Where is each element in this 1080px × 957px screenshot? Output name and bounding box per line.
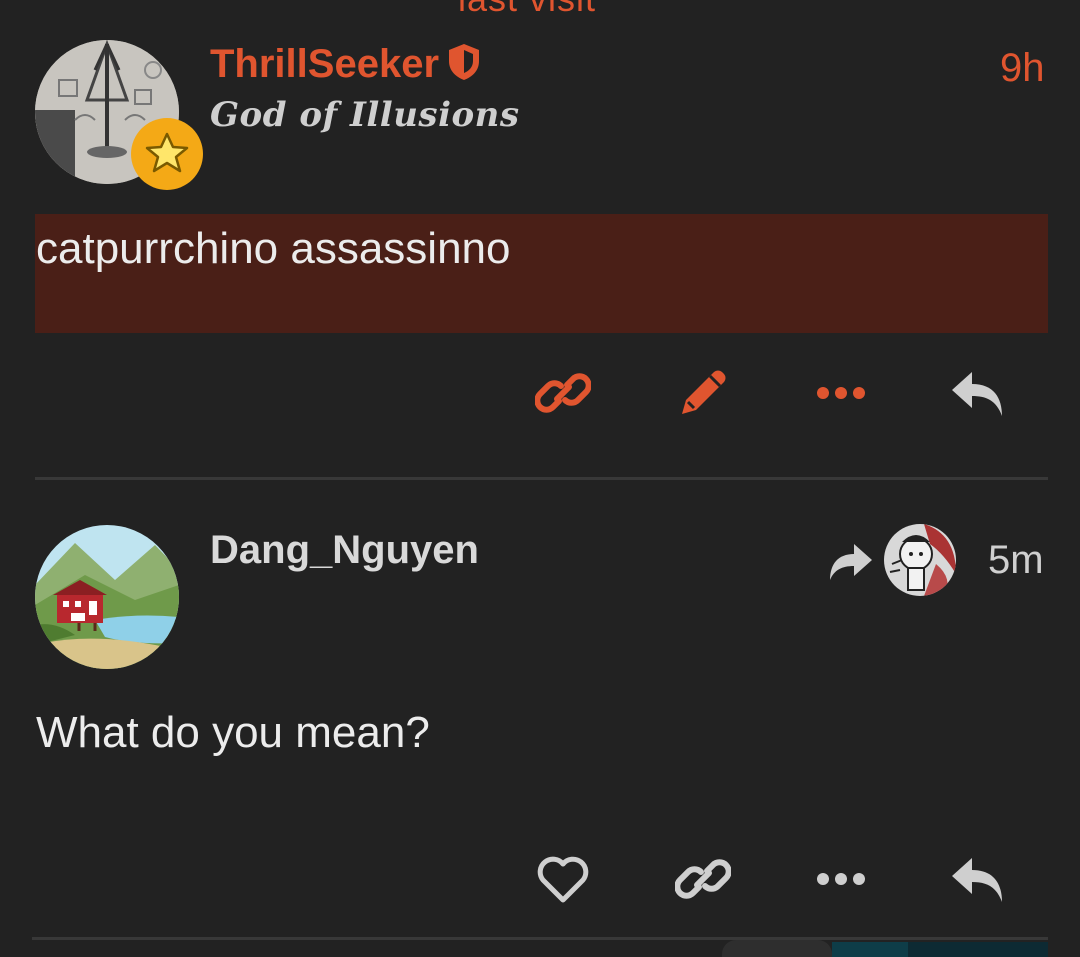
post-divider bbox=[32, 937, 1048, 940]
star-badge-icon bbox=[131, 118, 203, 190]
post-body: What do you mean? bbox=[36, 708, 430, 757]
avatar-dang-nguyen[interactable] bbox=[35, 525, 179, 669]
more-icon bbox=[817, 873, 865, 885]
reply-to-avatar bbox=[884, 524, 956, 596]
cat-avatar-image bbox=[884, 524, 956, 596]
reply-icon bbox=[952, 858, 1002, 902]
more-button[interactable] bbox=[808, 856, 874, 902]
link-button[interactable] bbox=[530, 362, 596, 424]
link-button[interactable] bbox=[670, 848, 736, 910]
bottom-panel-accent bbox=[832, 942, 908, 957]
link-icon bbox=[675, 859, 731, 899]
more-icon bbox=[817, 387, 865, 399]
avatar-landscape-image bbox=[35, 525, 179, 669]
reply-button[interactable] bbox=[944, 850, 1014, 910]
link-icon bbox=[535, 373, 591, 413]
user-title: God of Illusions bbox=[210, 95, 520, 135]
reply-icon bbox=[952, 372, 1002, 416]
share-arrow-icon bbox=[830, 544, 872, 580]
post-time[interactable]: 5m bbox=[988, 538, 1044, 583]
moderator-shield-icon bbox=[446, 42, 482, 82]
heart-icon bbox=[537, 856, 589, 903]
reply-button[interactable] bbox=[944, 364, 1014, 424]
edit-button[interactable] bbox=[670, 362, 736, 424]
more-button[interactable] bbox=[808, 370, 874, 416]
reply-to-indicator[interactable] bbox=[828, 524, 958, 598]
scroll-handle[interactable] bbox=[722, 940, 832, 957]
post-time[interactable]: 9h bbox=[1000, 46, 1045, 91]
pencil-icon bbox=[682, 370, 726, 414]
like-button[interactable] bbox=[530, 848, 596, 910]
username-dang-nguyen[interactable]: Dang_Nguyen bbox=[210, 528, 479, 573]
post-thrillseeker: ThrillSeeker God of Illusions 9h catpurr… bbox=[0, 0, 1080, 480]
post-body: catpurrchino assassinno bbox=[36, 224, 511, 273]
username-thrillseeker[interactable]: ThrillSeeker bbox=[210, 42, 439, 87]
post-dang-nguyen: Dang_Nguyen 5m What do you mean? bbox=[0, 480, 1080, 940]
